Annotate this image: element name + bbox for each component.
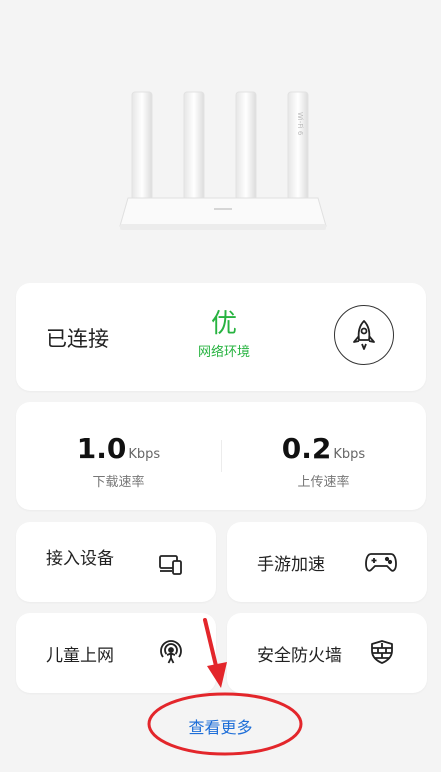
network-quality: 优 网络环境 bbox=[184, 309, 264, 360]
child-icon bbox=[160, 640, 182, 664]
firewall-icon bbox=[371, 640, 393, 664]
tile-devices-label: 接入设备 bbox=[46, 549, 114, 569]
upload-unit: Kbps bbox=[333, 447, 366, 462]
devices-icon bbox=[159, 555, 182, 575]
download-value: 1.0 bbox=[76, 432, 127, 465]
speed-boost-button[interactable] bbox=[334, 305, 394, 365]
download-label: 下载速率 bbox=[92, 475, 145, 490]
speed-card: 1.0 Kbps 下载速率 0.2 Kbps 上传速率 bbox=[16, 402, 426, 510]
status-card: 已连接 优 网络环境 bbox=[16, 283, 426, 391]
tile-firewall[interactable]: 安全防火墙 bbox=[227, 613, 427, 693]
annotation-arrow-icon bbox=[203, 618, 227, 688]
tile-firewall-label: 安全防火墙 bbox=[257, 646, 342, 666]
upload-speed: 0.2 Kbps 上传速率 bbox=[221, 432, 426, 490]
tile-kids-online[interactable]: 儿童上网 bbox=[16, 613, 216, 693]
gamepad-icon bbox=[365, 553, 397, 572]
upload-label: 上传速率 bbox=[297, 475, 350, 490]
tile-game-boost[interactable]: 手游加速 bbox=[227, 522, 427, 602]
download-speed: 1.0 Kbps 下载速率 bbox=[16, 432, 221, 490]
quality-grade: 优 bbox=[210, 309, 237, 339]
quality-label: 网络环境 bbox=[197, 345, 250, 360]
router-image: Wi-Fi 6 bbox=[119, 91, 327, 230]
annotation-ellipse bbox=[147, 692, 303, 756]
connection-status: 已连接 bbox=[46, 327, 109, 351]
tile-kids-label: 儿童上网 bbox=[46, 646, 114, 666]
tile-game-label: 手游加速 bbox=[257, 555, 325, 575]
svg-text:Wi-Fi 6: Wi-Fi 6 bbox=[296, 112, 304, 136]
download-unit: Kbps bbox=[128, 447, 161, 462]
tile-connected-devices[interactable]: 接入设备 bbox=[16, 522, 216, 602]
upload-value: 0.2 bbox=[281, 432, 332, 465]
rocket-icon bbox=[353, 320, 375, 350]
